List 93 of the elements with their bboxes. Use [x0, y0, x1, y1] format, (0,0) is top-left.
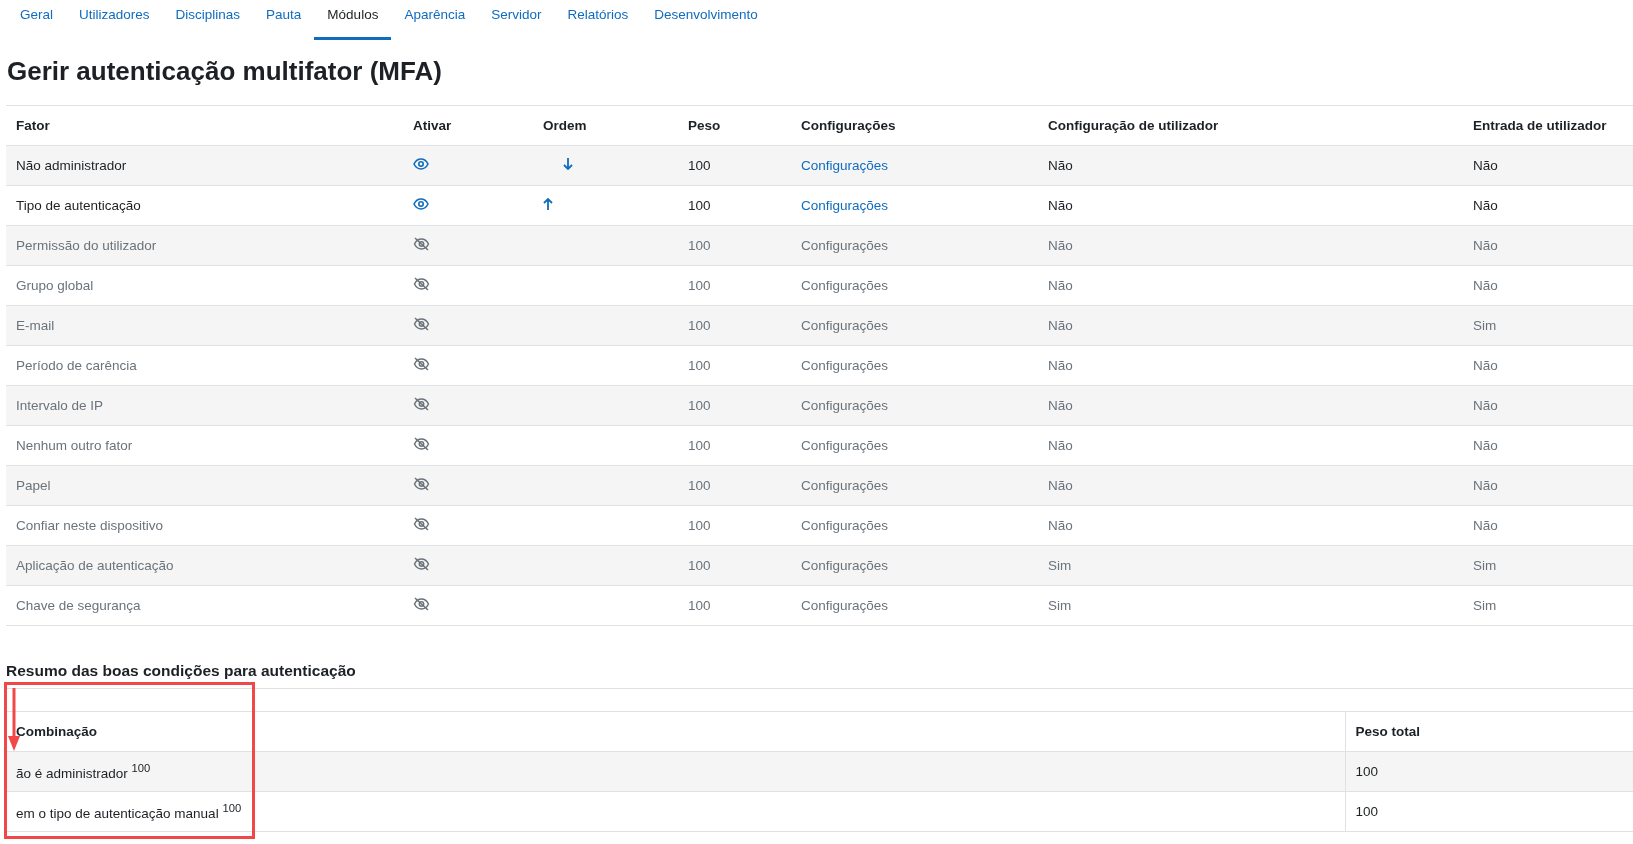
settings-link[interactable]: Configurações — [801, 318, 889, 333]
column-header: Peso total — [1345, 711, 1633, 752]
settings-link[interactable]: Configurações — [801, 278, 889, 293]
table-cell: 100 — [678, 385, 791, 426]
table-cell: Não — [1038, 145, 1463, 186]
table-cell: Nenhum outro fator — [6, 425, 403, 466]
nav-tab[interactable]: Aparência — [391, 0, 479, 40]
table-cell: Não — [1038, 425, 1463, 466]
table-cell: Não — [1038, 185, 1463, 226]
column-header: Ordem — [533, 105, 678, 146]
table-cell: 100 — [678, 225, 791, 266]
table-cell: E-mail — [6, 305, 403, 346]
eye-slash-icon[interactable] — [413, 397, 430, 414]
table-cell: Sim — [1463, 305, 1633, 346]
table-cell: Intervalo de IP — [6, 385, 403, 426]
table-cell: 100 — [678, 265, 791, 306]
settings-link[interactable]: Configurações — [801, 558, 889, 573]
column-header: Configurações — [791, 105, 1038, 146]
table-cell: Aplicação de autenticação — [6, 545, 403, 586]
nav-tab[interactable]: Utilizadores — [66, 0, 163, 40]
table-cell: Permissão do utilizador — [6, 225, 403, 266]
nav-tab[interactable]: Relatórios — [554, 0, 642, 40]
page-title: Gerir autenticação multifator (MFA) — [7, 56, 443, 87]
section-heading: Resumo das boas condições para autenticação — [6, 662, 357, 680]
table-cell: 100 — [1345, 791, 1633, 832]
table-cell: Não — [1463, 385, 1633, 426]
table-cell: Não — [1038, 385, 1463, 426]
eye-slash-icon[interactable] — [413, 597, 430, 614]
table-cell: 100 — [678, 425, 791, 466]
column-header: Peso — [678, 105, 791, 146]
table-cell: Confiar neste dispositivo — [6, 505, 403, 546]
eye-slash-icon[interactable] — [413, 477, 430, 494]
column-header: Fator — [6, 105, 403, 146]
table-cell: Não — [1463, 345, 1633, 386]
table-cell: Não — [1038, 265, 1463, 306]
settings-link[interactable]: Configurações — [801, 158, 889, 173]
eye-slash-icon[interactable] — [413, 557, 430, 574]
eye-slash-icon[interactable] — [413, 237, 430, 254]
table-cell: Sim — [1463, 585, 1633, 626]
table-cell: Não — [1463, 465, 1633, 506]
table-cell: Não — [1463, 145, 1633, 186]
table-cell: Papel — [6, 465, 403, 506]
settings-link[interactable]: Configurações — [801, 598, 889, 613]
table-cell: Não administrador — [6, 145, 403, 186]
table-cell: Tipo de autenticação — [6, 185, 403, 226]
settings-link[interactable]: Configurações — [801, 238, 889, 253]
settings-link[interactable]: Configurações — [801, 398, 889, 413]
eye-slash-icon[interactable] — [413, 357, 430, 374]
column-header: Ativar — [403, 105, 533, 146]
table-cell: 100 — [1345, 751, 1633, 792]
table-cell: Não — [1463, 265, 1633, 306]
table-cell: Não — [1463, 225, 1633, 266]
nav-tab[interactable]: Pauta — [253, 0, 315, 40]
settings-link[interactable]: Configurações — [801, 478, 889, 493]
table-cell: Não — [1463, 425, 1633, 466]
eye-slash-icon[interactable] — [413, 517, 430, 534]
eye-slash-icon[interactable] — [413, 277, 430, 294]
table-cell: 100 — [678, 185, 791, 226]
table-cell: 100 — [678, 505, 791, 546]
settings-link[interactable]: Configurações — [801, 198, 889, 213]
table-cell: Não — [1038, 465, 1463, 506]
nav-tab[interactable]: Módulos — [314, 0, 392, 40]
table-cell: Não — [1463, 505, 1633, 546]
nav-tab[interactable]: Desenvolvimento — [641, 0, 771, 40]
table-cell: em o tipo de autenticação manual $^{100}$ — [6, 791, 1345, 832]
nav-tab[interactable]: Geral — [7, 0, 66, 40]
settings-link[interactable]: Configurações — [801, 438, 889, 453]
table-cell: 100 — [678, 145, 791, 186]
table-cell: Não — [1038, 225, 1463, 266]
table-cell: 100 — [678, 545, 791, 586]
table-cell: 100 — [678, 345, 791, 386]
settings-link[interactable]: Configurações — [801, 518, 889, 533]
table-cell: Não — [1463, 185, 1633, 226]
table-cell: Não — [1038, 505, 1463, 546]
table-cell: Sim — [1038, 545, 1463, 586]
table-cell: Sim — [1038, 585, 1463, 626]
table-cell: Chave de segurança — [6, 585, 403, 626]
table-cell: 100 — [678, 305, 791, 346]
table-cell: Grupo global — [6, 265, 403, 306]
nav-tab[interactable]: Servidor — [478, 0, 555, 40]
eye-slash-icon[interactable] — [413, 317, 430, 334]
table-cell: Não — [1038, 345, 1463, 386]
column-header: Entrada de utilizador — [1463, 105, 1633, 146]
settings-link[interactable]: Configurações — [801, 358, 889, 373]
table-cell: Não — [1038, 305, 1463, 346]
table-cell: Período de carência — [6, 345, 403, 386]
table-cell: 100 — [678, 585, 791, 626]
table-cell: ão é administrador $^{100}$ — [6, 751, 1345, 792]
nav-tab[interactable]: Disciplinas — [162, 0, 254, 40]
column-header: Configuração de utilizador — [1038, 105, 1463, 146]
table-cell: 100 — [678, 465, 791, 506]
table-cell: Sim — [1463, 545, 1633, 586]
eye-slash-icon[interactable] — [413, 437, 430, 454]
